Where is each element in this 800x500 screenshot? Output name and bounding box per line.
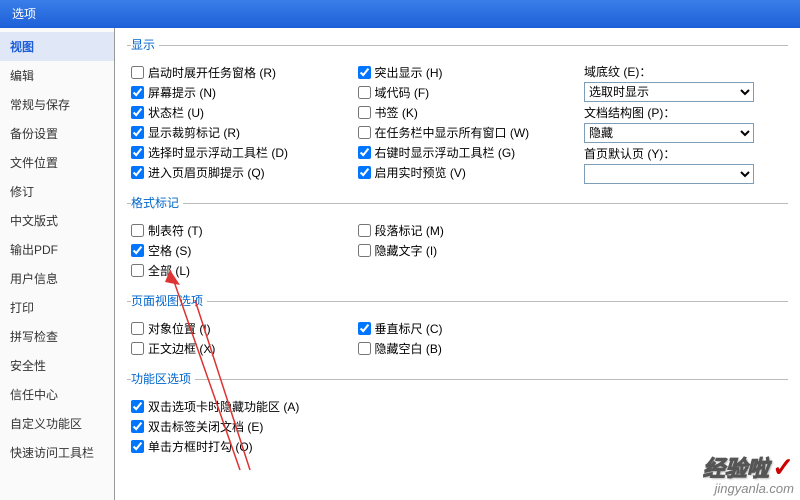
sidebar-item-revision[interactable]: 修订 [0, 177, 114, 206]
chk-textborder[interactable]: 正文边框 (X) [131, 340, 348, 357]
sidebar-item-quickaccess[interactable]: 快速访问工具栏 [0, 438, 114, 467]
chk-bookmark[interactable]: 书签 (K) [358, 104, 575, 121]
chk-dblclick-closedoc[interactable]: 双击标签关闭文档 (E) [131, 418, 784, 435]
chk-paragraph[interactable]: 段落标记 (M) [358, 222, 575, 239]
sidebar-item-filelocation[interactable]: 文件位置 [0, 148, 114, 177]
sidebar-item-customribbon[interactable]: 自定义功能区 [0, 409, 114, 438]
chk-vruler[interactable]: 垂直标尺 (C) [358, 320, 575, 337]
sidebar-item-view[interactable]: 视图 [0, 32, 114, 61]
sidebar-item-general[interactable]: 常规与保存 [0, 90, 114, 119]
group-display-legend: 显示 [131, 36, 159, 55]
group-pageview-legend: 页面视图选项 [131, 292, 207, 311]
sidebar-item-backup[interactable]: 备份设置 [0, 119, 114, 148]
watermark-brand: 经验啦 [703, 456, 769, 481]
window-title: 选项 [12, 7, 36, 21]
sidebar: 视图 编辑 常规与保存 备份设置 文件位置 修订 中文版式 输出PDF 用户信息… [0, 28, 115, 500]
format-col1: 制表符 (T) 空格 (S) 全部 (L) [131, 219, 348, 282]
chk-taskpane[interactable]: 启动时展开任务窗格 (R) [131, 64, 348, 81]
group-ribbon: 功能区选项 双击选项卡时隐藏功能区 (A) 双击标签关闭文档 (E) 单击方框时… [127, 370, 788, 460]
sidebar-item-chinese[interactable]: 中文版式 [0, 206, 114, 235]
chk-fieldcode[interactable]: 域代码 (F) [358, 84, 575, 101]
chk-taskbar-windows[interactable]: 在任务栏中显示所有窗口 (W) [358, 124, 575, 141]
docmap-label: 文档结构图 (P)： [584, 104, 784, 121]
homepage-select[interactable] [584, 164, 754, 184]
chk-hideribbon[interactable]: 双击选项卡时隐藏功能区 (A) [131, 398, 784, 415]
watermark-check-icon: ✓ [772, 452, 794, 482]
sidebar-item-print[interactable]: 打印 [0, 293, 114, 322]
chk-hiddentext[interactable]: 隐藏文字 (I) [358, 242, 575, 259]
title-bar: 选项 [0, 0, 800, 28]
sidebar-item-pdf[interactable]: 输出PDF [0, 235, 114, 264]
chk-livepreview[interactable]: 启用实时预览 (V) [358, 164, 575, 181]
docmap-select[interactable]: 隐藏 [584, 123, 754, 143]
group-display: 显示 启动时展开任务窗格 (R) 屏幕提示 (N) 状态栏 (U) 显示裁剪标记… [127, 36, 788, 186]
group-format: 格式标记 制表符 (T) 空格 (S) 全部 (L) 段落标记 (M) 隐藏文字… [127, 194, 788, 284]
group-format-legend: 格式标记 [131, 194, 183, 213]
sidebar-item-security[interactable]: 安全性 [0, 351, 114, 380]
sidebar-item-trust[interactable]: 信任中心 [0, 380, 114, 409]
pageview-col1: 对象位置 (I) 正文边框 (X) [131, 317, 348, 360]
chk-highlight[interactable]: 突出显示 (H) [358, 64, 575, 81]
fieldshading-select[interactable]: 选取时显示 [584, 82, 754, 102]
chk-cropmarks[interactable]: 显示裁剪标记 (R) [131, 124, 348, 141]
chk-all[interactable]: 全部 (L) [131, 262, 348, 279]
chk-headerfooter-hint[interactable]: 进入页眉页脚提示 (Q) [131, 164, 348, 181]
pageview-col2: 垂直标尺 (C) 隐藏空白 (B) [358, 317, 575, 360]
chk-floattoolbar-rclick[interactable]: 右键时显示浮动工具栏 (G) [358, 144, 575, 161]
homepage-label: 首页默认页 (Y)： [584, 145, 784, 162]
group-ribbon-legend: 功能区选项 [131, 370, 195, 389]
sidebar-item-edit[interactable]: 编辑 [0, 61, 114, 90]
sidebar-item-spell[interactable]: 拼写检查 [0, 322, 114, 351]
chk-floattoolbar-select[interactable]: 选择时显示浮动工具栏 (D) [131, 144, 348, 161]
display-col2: 突出显示 (H) 域代码 (F) 书签 (K) 在任务栏中显示所有窗口 (W) … [358, 61, 575, 184]
chk-statusbar[interactable]: 状态栏 (U) [131, 104, 348, 121]
chk-screentip[interactable]: 屏幕提示 (N) [131, 84, 348, 101]
chk-objectpos[interactable]: 对象位置 (I) [131, 320, 348, 337]
container: 视图 编辑 常规与保存 备份设置 文件位置 修订 中文版式 输出PDF 用户信息… [0, 28, 800, 500]
chk-tabs[interactable]: 制表符 (T) [131, 222, 348, 239]
watermark: 经验啦 ✓ jingyanla.com [703, 453, 794, 496]
sidebar-item-user[interactable]: 用户信息 [0, 264, 114, 293]
group-pageview: 页面视图选项 对象位置 (I) 正文边框 (X) 垂直标尺 (C) 隐藏空白 (… [127, 292, 788, 362]
chk-clickbox-check[interactable]: 单击方框时打勾 (O) [131, 438, 784, 455]
display-col3: 域底纹 (E)： 选取时显示 文档结构图 (P)： 隐藏 首页默认页 (Y)： [584, 61, 784, 184]
main-panel: 显示 启动时展开任务窗格 (R) 屏幕提示 (N) 状态栏 (U) 显示裁剪标记… [115, 28, 800, 500]
watermark-url: jingyanla.com [703, 482, 794, 496]
chk-hidewhitespace[interactable]: 隐藏空白 (B) [358, 340, 575, 357]
format-col2: 段落标记 (M) 隐藏文字 (I) [358, 219, 575, 282]
display-col1: 启动时展开任务窗格 (R) 屏幕提示 (N) 状态栏 (U) 显示裁剪标记 (R… [131, 61, 348, 184]
chk-spaces[interactable]: 空格 (S) [131, 242, 348, 259]
fieldshading-label: 域底纹 (E)： [584, 63, 784, 80]
